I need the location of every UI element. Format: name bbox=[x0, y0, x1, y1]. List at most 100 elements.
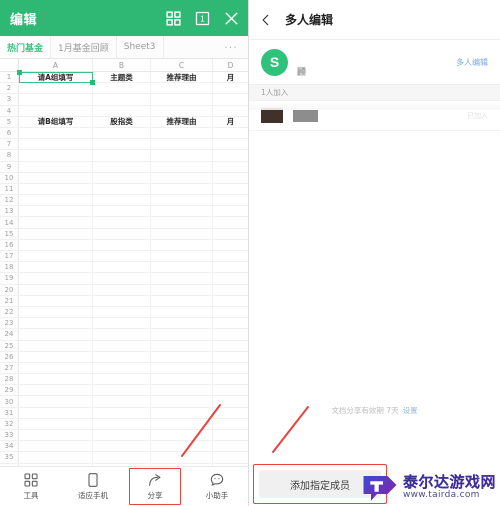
row-header-33[interactable]: 33 bbox=[0, 430, 19, 441]
grid-cell-D26[interactable] bbox=[213, 352, 248, 362]
table-row[interactable]: 1 请A组填写 主题类 推荐理由月 bbox=[0, 72, 248, 84]
grid-cell-C20[interactable] bbox=[151, 284, 213, 295]
row-header-8[interactable]: 8 bbox=[0, 150, 19, 161]
grid-cell-C5[interactable]: 推荐理由 bbox=[151, 116, 213, 127]
grid-cell-A31[interactable] bbox=[19, 407, 93, 418]
grid-cell-C21[interactable] bbox=[151, 295, 213, 306]
table-row[interactable]: 9 bbox=[0, 161, 248, 173]
grid-cell-D12[interactable] bbox=[213, 195, 248, 205]
grid-cell-D36[interactable] bbox=[213, 464, 248, 466]
grid-cell-A12[interactable] bbox=[19, 195, 93, 206]
column-header-b[interactable]: B bbox=[93, 59, 151, 71]
table-row[interactable]: 3 bbox=[0, 94, 248, 106]
grid-cell-D22[interactable] bbox=[213, 307, 248, 317]
grid-cell-D6[interactable] bbox=[213, 128, 248, 138]
grid-cell-D31[interactable] bbox=[213, 408, 248, 418]
row-header-36[interactable]: 36 bbox=[0, 463, 19, 466]
grid-cell-B14[interactable] bbox=[93, 217, 151, 228]
close-icon[interactable] bbox=[223, 10, 240, 27]
table-row[interactable]: 17 bbox=[0, 251, 248, 263]
grid-cell-B3[interactable] bbox=[93, 94, 151, 105]
row-header-14[interactable]: 14 bbox=[0, 217, 19, 228]
grid-cell-B16[interactable] bbox=[93, 239, 151, 250]
row-header-23[interactable]: 23 bbox=[0, 318, 19, 329]
grid-cell-C7[interactable] bbox=[151, 139, 213, 150]
row-header-13[interactable]: 13 bbox=[0, 206, 19, 217]
row-header-30[interactable]: 30 bbox=[0, 396, 19, 407]
grid-cell-C1[interactable]: 推荐理由 bbox=[151, 72, 213, 83]
grid-cell-A25[interactable] bbox=[19, 340, 93, 351]
row-header-34[interactable]: 34 bbox=[0, 441, 19, 452]
grid-cell-C32[interactable] bbox=[151, 418, 213, 429]
grid-cell-B27[interactable] bbox=[93, 362, 151, 374]
table-row[interactable]: 12 bbox=[0, 195, 248, 207]
grid-cell-B32[interactable] bbox=[93, 418, 151, 429]
table-row[interactable]: 15 bbox=[0, 228, 248, 240]
grid-cell-B22[interactable] bbox=[93, 306, 151, 318]
table-row[interactable]: 20 bbox=[0, 284, 248, 296]
grid-cell-B4[interactable] bbox=[93, 105, 151, 116]
grid-cell-D33[interactable] bbox=[213, 430, 248, 440]
row-header-1[interactable]: 1 bbox=[0, 72, 19, 83]
grid-cell-B10[interactable] bbox=[93, 172, 151, 183]
grid-cell-A4[interactable] bbox=[19, 105, 93, 116]
grid-cell-D16[interactable] bbox=[213, 240, 248, 250]
grid-cell-C30[interactable] bbox=[151, 396, 213, 407]
grid-cell-D28[interactable] bbox=[213, 374, 248, 384]
sheet-tab-2[interactable]: Sheet3 bbox=[117, 36, 164, 58]
grid-cell-D25[interactable] bbox=[213, 341, 248, 351]
grid-cell-A2[interactable] bbox=[19, 83, 93, 94]
grid-cell-A8[interactable] bbox=[19, 150, 93, 161]
grid-cell-D17[interactable] bbox=[213, 251, 248, 261]
grid-cell-D27[interactable] bbox=[213, 363, 248, 373]
owner-row[interactable]: S 顾 多人编辑 bbox=[249, 40, 500, 84]
grid-cell-B13[interactable] bbox=[93, 206, 151, 217]
grid-cell-B29[interactable] bbox=[93, 385, 151, 396]
grid-cell-B9[interactable] bbox=[93, 161, 151, 172]
grid-cell-D29[interactable] bbox=[213, 385, 248, 395]
grid-cell-A23[interactable] bbox=[19, 318, 93, 329]
grid-cell-B28[interactable] bbox=[93, 374, 151, 385]
table-row[interactable]: 8 bbox=[0, 150, 248, 162]
row-header-19[interactable]: 19 bbox=[0, 273, 19, 284]
grid-cell-C25[interactable] bbox=[151, 340, 213, 351]
row-header-4[interactable]: 4 bbox=[0, 105, 19, 116]
grid-cell-C23[interactable] bbox=[151, 318, 213, 329]
sheet-count-icon[interactable]: 1 bbox=[194, 10, 211, 27]
grid-cell-C15[interactable] bbox=[151, 228, 213, 239]
grid-cell-A35[interactable] bbox=[19, 452, 93, 463]
grid-cell-A5[interactable]: 请B组填写 bbox=[19, 116, 93, 127]
toolbar-item-assistant[interactable]: 小助手 bbox=[186, 467, 248, 506]
table-row[interactable]: 30 bbox=[0, 396, 248, 408]
grid-cell-D19[interactable] bbox=[213, 273, 248, 283]
grid-cell-B18[interactable] bbox=[93, 262, 151, 273]
grid-cell-D11[interactable] bbox=[213, 184, 248, 194]
row-header-10[interactable]: 10 bbox=[0, 172, 19, 183]
grid-cell-B23[interactable] bbox=[93, 318, 151, 329]
grid-cell-A26[interactable] bbox=[19, 351, 93, 362]
grid-cell-B7[interactable] bbox=[93, 139, 151, 150]
grid-cell-A28[interactable] bbox=[19, 374, 93, 385]
row-header-18[interactable]: 18 bbox=[0, 262, 19, 273]
grid-cell-A3[interactable] bbox=[19, 94, 93, 105]
grid-cell-D20[interactable] bbox=[213, 285, 248, 295]
grid-cell-C4[interactable] bbox=[151, 105, 213, 116]
grid-cell-C36[interactable] bbox=[151, 463, 213, 466]
grid-cell-A13[interactable] bbox=[19, 206, 93, 217]
column-header-d[interactable]: D bbox=[213, 59, 248, 71]
table-row[interactable]: 33 bbox=[0, 430, 248, 442]
grid-cell-C9[interactable] bbox=[151, 161, 213, 172]
grid-cell-A1[interactable]: 请A组填写 bbox=[19, 72, 93, 83]
table-row[interactable]: 31 bbox=[0, 407, 248, 419]
grid-cell-C19[interactable] bbox=[151, 273, 213, 284]
grid-cell-A6[interactable] bbox=[19, 127, 93, 139]
table-row[interactable]: 32 bbox=[0, 418, 248, 430]
grid-cell-C31[interactable] bbox=[151, 407, 213, 418]
toolbar-item-tools[interactable]: 工具 bbox=[0, 467, 62, 506]
table-row[interactable]: 23 bbox=[0, 318, 248, 330]
row-header-31[interactable]: 31 bbox=[0, 407, 19, 418]
grid-cell-C24[interactable] bbox=[151, 329, 213, 340]
grid-cell-C26[interactable] bbox=[151, 351, 213, 362]
grid-cell-B21[interactable] bbox=[93, 295, 151, 306]
row-header-11[interactable]: 11 bbox=[0, 183, 19, 195]
